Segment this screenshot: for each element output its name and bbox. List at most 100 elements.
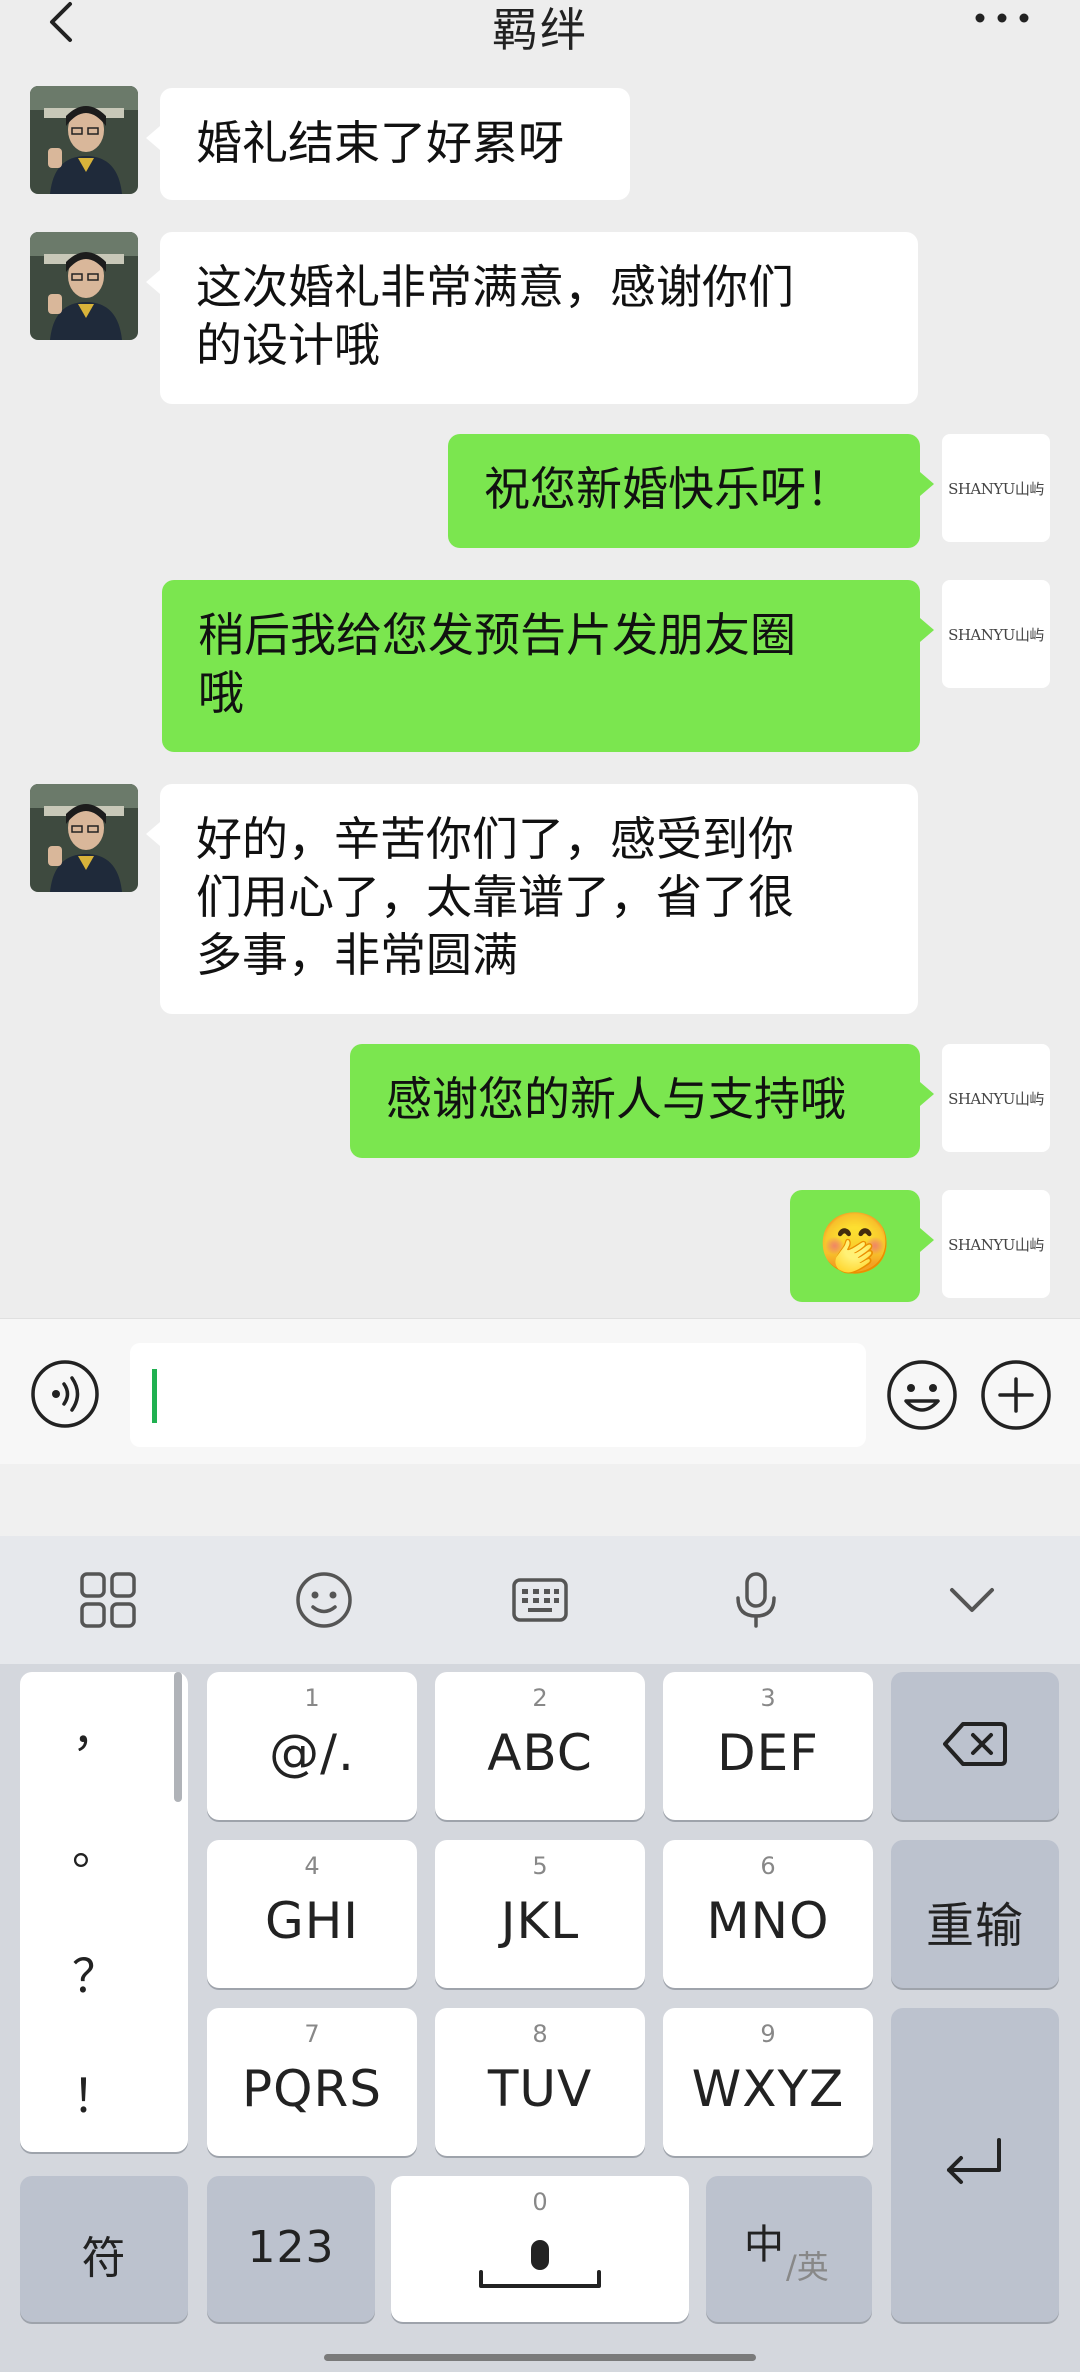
message-text: 这次婚礼非常满意，感谢你们 — [196, 260, 794, 314]
self-avatar[interactable]: SHANYU山屿 — [942, 1190, 1050, 1298]
contact-avatar-image — [30, 232, 138, 340]
chat-title: 羁绊 — [492, 3, 588, 57]
message-bubble-incoming[interactable]: 婚礼结束了好累呀 — [146, 88, 630, 200]
contact-avatar[interactable] — [30, 232, 138, 340]
plus-icon[interactable] — [980, 1359, 1052, 1431]
key-sub-label: /英 — [786, 2248, 829, 2286]
key-8[interactable]: 8 TUV — [435, 2008, 645, 2156]
key-label: JKL — [500, 1892, 580, 1950]
panel-spacer — [0, 1464, 1080, 1537]
message-text: 哦 — [198, 666, 244, 720]
contact-avatar[interactable] — [30, 86, 138, 194]
key-number: 5 — [532, 1852, 548, 1880]
more-options-icon[interactable] — [972, 8, 1032, 28]
key-label: PQRS — [242, 2060, 382, 2118]
collapse-keyboard-icon[interactable] — [940, 1568, 1004, 1632]
key-number: 1 — [304, 1684, 320, 1712]
message-bubble-outgoing[interactable]: 🤭 — [790, 1190, 934, 1302]
symbols-key[interactable]: 符 — [20, 2176, 188, 2322]
contact-avatar[interactable] — [30, 784, 138, 892]
key-5[interactable]: 5 JKL — [435, 1840, 645, 1988]
voice-input-icon[interactable] — [30, 1359, 100, 1429]
self-avatar-logo: SHANYU山屿 — [948, 1089, 1044, 1108]
backspace-icon — [943, 1722, 1007, 1766]
message-text: 多事，非常圆满 — [196, 928, 518, 982]
key-label: MNO — [706, 1892, 830, 1950]
language-switch-key[interactable]: 中 /英 — [706, 2176, 872, 2322]
punctuation-period[interactable]: 。 — [20, 1812, 170, 1878]
message-text: 的设计哦 — [196, 318, 380, 372]
punctuation-comma[interactable]: ， — [20, 1694, 170, 1760]
message-bubble-incoming[interactable]: 好的，辛苦你们了，感受到你 们用心了，太靠谱了，省了很 多事，非常圆满 — [146, 784, 918, 1014]
key-number: 4 — [304, 1852, 320, 1880]
message-text: 好的，辛苦你们了，感受到你 — [196, 812, 794, 866]
space-mic-icon — [479, 2240, 601, 2288]
key-number: 8 — [532, 2020, 548, 2048]
key-number: 7 — [304, 2020, 320, 2048]
message-input[interactable] — [130, 1343, 866, 1447]
message-bubble-outgoing[interactable]: 稍后我给您发预告片发朋友圈 哦 — [162, 580, 934, 752]
punctuation-exclamation[interactable]: ！ — [20, 2060, 170, 2126]
punctuation-question[interactable]: ？ — [20, 1940, 170, 2006]
message-list: 婚礼结束了好累呀 这次婚礼非常满意，感谢你们 的设计哦 SHANYU山屿 祝您新… — [0, 82, 1080, 1318]
emoji-icon[interactable] — [886, 1359, 958, 1431]
key-label: TUV — [487, 2060, 593, 2118]
input-bar — [0, 1318, 1080, 1465]
key-3[interactable]: 3 DEF — [663, 1672, 873, 1820]
enter-icon — [947, 2138, 1001, 2184]
key-number: 0 — [532, 2188, 548, 2216]
key-label: @/. — [269, 1724, 355, 1782]
key-number: 2 — [532, 1684, 548, 1712]
key-9[interactable]: 9 WXYZ — [663, 2008, 873, 2156]
key-6[interactable]: 6 MNO — [663, 1840, 873, 1988]
key-4[interactable]: 4 GHI — [207, 1840, 417, 1988]
enter-key[interactable] — [891, 2008, 1059, 2322]
grid-apps-icon[interactable] — [76, 1568, 140, 1632]
keyboard-toolbar — [0, 1536, 1080, 1664]
home-indicator[interactable] — [324, 2354, 756, 2361]
microphone-icon[interactable] — [724, 1568, 788, 1632]
key-label: GHI — [264, 1892, 360, 1950]
self-avatar[interactable]: SHANYU山屿 — [942, 1044, 1050, 1152]
numbers-key[interactable]: 123 — [207, 2176, 375, 2322]
keyboard: ， 。 ？ ！ 1 @/. 2 ABC 3 DEF 4 GHI 5 JKL 6 … — [0, 1536, 1080, 2372]
self-avatar-logo: SHANYU山屿 — [948, 1235, 1044, 1254]
punctuation-scrollbar[interactable] — [174, 1672, 182, 1802]
message-text: 感谢您的新人与支持哦 — [386, 1072, 846, 1126]
message-text: 婚礼结束了好累呀 — [196, 116, 564, 170]
self-avatar-logo: SHANYU山屿 — [948, 625, 1044, 644]
key-number: 6 — [760, 1852, 776, 1880]
text-cursor — [152, 1369, 157, 1423]
message-bubble-outgoing[interactable]: 祝您新婚快乐呀！ — [448, 434, 934, 548]
key-label: WXYZ — [691, 2060, 845, 2118]
key-label: 符 — [81, 2233, 127, 2284]
key-label: ABC — [487, 1724, 593, 1782]
key-1[interactable]: 1 @/. — [207, 1672, 417, 1820]
key-label: 123 — [247, 2222, 335, 2273]
hand-over-mouth-emoji-icon: 🤭 — [817, 1209, 893, 1279]
keyboard-icon[interactable] — [508, 1568, 572, 1632]
key-label: DEF — [717, 1724, 819, 1782]
message-text: 稍后我给您发预告片发朋友圈 — [198, 608, 796, 662]
punctuation-list[interactable]: ， 。 ？ ！ — [20, 1672, 188, 2152]
key-number: 9 — [760, 2020, 776, 2048]
self-avatar[interactable]: SHANYU山屿 — [942, 580, 1050, 688]
chat-header: 羁绊 — [0, 0, 1080, 82]
message-bubble-outgoing[interactable]: 感谢您的新人与支持哦 — [350, 1044, 934, 1158]
self-avatar-logo: SHANYU山屿 — [948, 479, 1044, 498]
reenter-key[interactable]: 重输 — [891, 1840, 1059, 1988]
contact-avatar-image — [30, 86, 138, 194]
key-7[interactable]: 7 PQRS — [207, 2008, 417, 2156]
contact-avatar-image — [30, 784, 138, 892]
space-key[interactable]: 0 — [391, 2176, 689, 2322]
message-bubble-incoming[interactable]: 这次婚礼非常满意，感谢你们 的设计哦 — [146, 232, 918, 404]
key-number: 3 — [760, 1684, 776, 1712]
key-label: 中 — [744, 2222, 784, 2268]
message-text: 们用心了，太靠谱了，省了很 — [196, 870, 794, 924]
key-label: 重输 — [925, 1898, 1024, 1954]
message-text: 祝您新婚快乐呀！ — [484, 462, 852, 516]
key-2[interactable]: 2 ABC — [435, 1672, 645, 1820]
backspace-key[interactable] — [891, 1672, 1059, 1820]
emoji-face-icon[interactable] — [292, 1568, 356, 1632]
self-avatar[interactable]: SHANYU山屿 — [942, 434, 1050, 542]
